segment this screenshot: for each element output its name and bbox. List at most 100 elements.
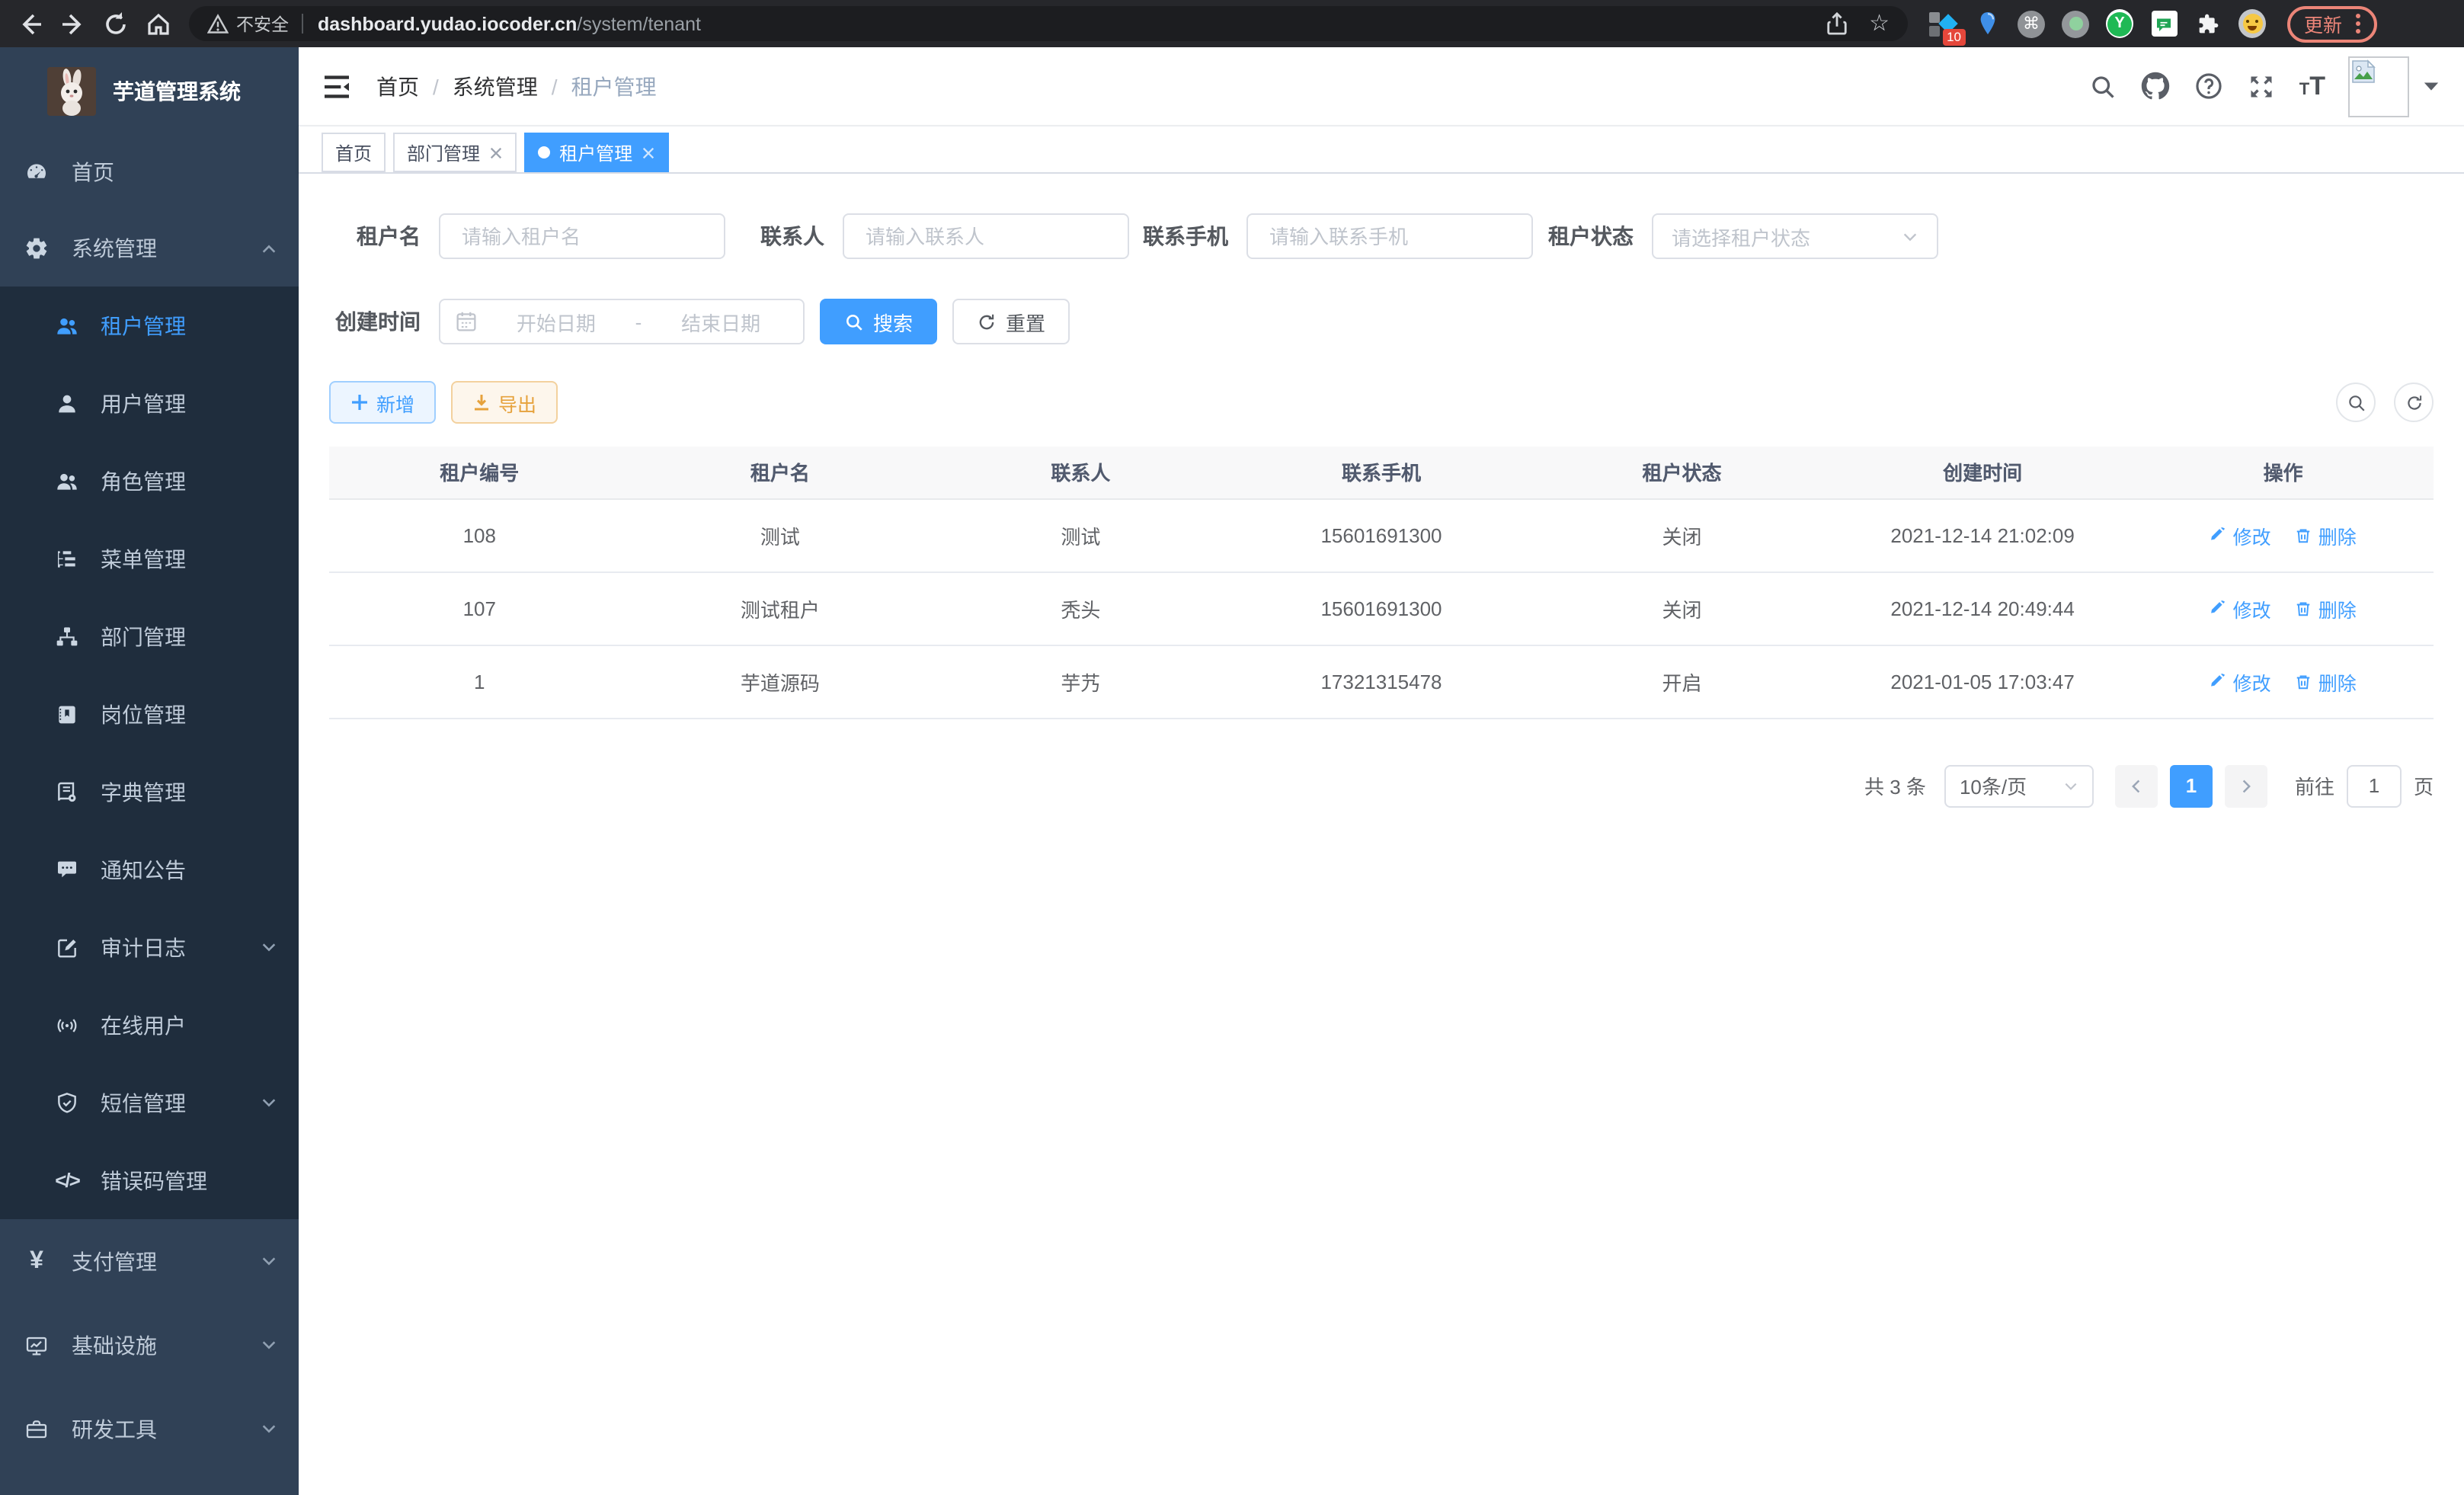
share-icon[interactable] [1825, 12, 1848, 35]
sidebar-item-payment[interactable]: ¥ 支付管理 [0, 1219, 299, 1303]
status-select[interactable]: 请选择租户状态 [1652, 213, 1938, 259]
sidebar-item-label: 角色管理 [101, 466, 186, 496]
sidebar-item-post[interactable]: 岗位管理 [0, 675, 299, 753]
tenant-name-input[interactable] [459, 223, 706, 249]
filter-row-1: 租户名 联系人 联系手机 租户状态 请选择租户状态 [329, 213, 2434, 259]
sidebar-item-dept[interactable]: 部门管理 [0, 597, 299, 675]
show-search-toggle-button[interactable] [2336, 383, 2376, 422]
github-icon[interactable] [2141, 72, 2170, 101]
app-logo-rabbit-image [47, 66, 96, 115]
extension-yuque-icon[interactable]: Y [2106, 10, 2133, 37]
contact-input[interactable] [862, 223, 1109, 249]
sidebar-item-tenant[interactable]: 租户管理 [0, 287, 299, 364]
close-icon[interactable] [642, 146, 655, 159]
sidebar-item-label: 在线用户 [101, 1010, 186, 1040]
refresh-button[interactable] [2394, 383, 2434, 422]
page-size-select[interactable]: 10条/页 [1944, 764, 2094, 807]
browser-toolbar: 不安全 dashboard.yudao.iocoder.cn/system/te… [0, 0, 2464, 47]
sidebar-groups: ¥ 支付管理 基础设施 [0, 1219, 299, 1471]
next-page-button[interactable] [2225, 764, 2267, 807]
date-range-picker[interactable]: 开始日期 - 结束日期 [439, 299, 805, 344]
sidebar-item-notice[interactable]: 通知公告 [0, 831, 299, 908]
sidebar-item-online-users[interactable]: 在线用户 [0, 986, 299, 1064]
sidebar-item-home[interactable]: 首页 [0, 134, 299, 210]
sidebar-item-system[interactable]: 系统管理 [0, 210, 299, 287]
delete-link[interactable]: 删除 [2296, 667, 2357, 696]
breadcrumb-system[interactable]: 系统管理 [453, 71, 538, 101]
avatar-caret-icon[interactable] [2423, 80, 2440, 92]
header-search-icon[interactable] [2089, 72, 2117, 100]
url-host[interactable]: dashboard.yudao.iocoder.cn [318, 13, 577, 34]
tenant-table: 租户编号 租户名 联系人 联系手机 租户状态 创建时间 操作 108 测试 [329, 447, 2434, 719]
delete-link[interactable]: 删除 [2296, 520, 2357, 549]
chevron-down-icon [1902, 228, 1918, 245]
col-status: 租户状态 [1531, 447, 1832, 498]
user-avatar[interactable] [2348, 56, 2409, 117]
shield-check-icon [55, 1090, 79, 1115]
close-icon[interactable] [489, 146, 503, 159]
tab-home[interactable]: 首页 [322, 133, 386, 172]
org-chart-icon [55, 624, 79, 648]
security-warning-label[interactable]: 不安全 [236, 11, 289, 36]
home-icon[interactable] [140, 5, 177, 42]
extension-tabs-icon[interactable]: 10 [1929, 10, 1957, 37]
status-text: 关闭 [1531, 571, 1832, 645]
reset-button[interactable]: 重置 [952, 299, 1070, 344]
audit-edit-icon [55, 935, 79, 959]
reload-icon[interactable] [98, 5, 134, 42]
prev-page-button[interactable] [2115, 764, 2158, 807]
breadcrumb-home[interactable]: 首页 [376, 71, 419, 101]
delete-link[interactable]: 删除 [2296, 594, 2357, 623]
back-icon[interactable] [12, 5, 49, 42]
sidebar-item-label: 部门管理 [101, 621, 186, 651]
sidebar-item-label: 菜单管理 [101, 543, 186, 574]
goto-page-input[interactable] [2347, 764, 2402, 807]
profile-avatar-icon[interactable] [2238, 10, 2266, 37]
sidebar-item-label: 系统管理 [72, 233, 157, 264]
sidebar-item-audit-log[interactable]: 审计日志 [0, 908, 299, 986]
browser-update-button[interactable]: 更新 [2287, 5, 2377, 42]
page-number-button[interactable]: 1 [2170, 764, 2213, 807]
extension-command-icon[interactable]: ⌘ [2018, 10, 2045, 37]
help-icon[interactable] [2194, 72, 2223, 101]
extensions-puzzle-icon[interactable] [2194, 10, 2222, 37]
edit-link[interactable]: 修改 [2210, 667, 2271, 696]
bookmark-star-icon[interactable]: ☆ [1869, 12, 1890, 35]
sidebar-item-sms[interactable]: 短信管理 [0, 1064, 299, 1141]
tab-tenant[interactable]: 租户管理 [524, 133, 669, 172]
forward-icon[interactable] [55, 5, 91, 42]
address-bar[interactable]: 不安全 dashboard.yudao.iocoder.cn/system/te… [189, 6, 1908, 41]
browser-menu-icon[interactable] [2356, 14, 2360, 34]
app-logo-row[interactable]: 芋道管理系统 [0, 47, 299, 134]
active-tab-dot [538, 146, 550, 158]
add-button[interactable]: 新增 [329, 381, 436, 424]
sidebar-item-dev-tools[interactable]: 研发工具 [0, 1387, 299, 1471]
sidebar-item-role[interactable]: 角色管理 [0, 442, 299, 520]
mobile-input-wrap [1246, 213, 1533, 259]
fullscreen-icon[interactable] [2248, 72, 2275, 100]
edit-link[interactable]: 修改 [2210, 594, 2271, 623]
sidebar-item-error-code[interactable]: </> 错误码管理 [0, 1141, 299, 1219]
search-button[interactable]: 搜索 [820, 299, 937, 344]
sidebar-item-user[interactable]: 用户管理 [0, 364, 299, 442]
extensions-bar: 10 ⌘ Y [1929, 10, 2266, 37]
sidebar-item-label: 研发工具 [72, 1413, 157, 1444]
sidebar-item-infra[interactable]: 基础设施 [0, 1303, 299, 1387]
security-warning-icon[interactable] [207, 13, 229, 34]
edit-link[interactable]: 修改 [2210, 520, 2271, 549]
extension-chat-icon[interactable] [2150, 10, 2178, 37]
col-mobile: 联系手机 [1231, 447, 1532, 498]
sidebar-collapse-icon[interactable] [323, 74, 350, 98]
export-button[interactable]: 导出 [451, 381, 558, 424]
mobile-input[interactable] [1266, 223, 1513, 249]
tab-dept[interactable]: 部门管理 [393, 133, 517, 172]
goto-label: 前往 [2295, 771, 2334, 800]
sidebar-item-menu[interactable]: 菜单管理 [0, 520, 299, 597]
pagination-total: 共 3 条 [1864, 771, 1926, 800]
status-label: 租户状态 [1533, 221, 1652, 251]
sidebar-item-dict[interactable]: 字典管理 [0, 753, 299, 831]
extension-recorder-icon[interactable] [2062, 10, 2089, 37]
extension-pin-icon[interactable] [1973, 10, 2001, 37]
font-size-icon[interactable]: TT [2299, 71, 2325, 101]
url-path[interactable]: /system/tenant [577, 13, 701, 34]
